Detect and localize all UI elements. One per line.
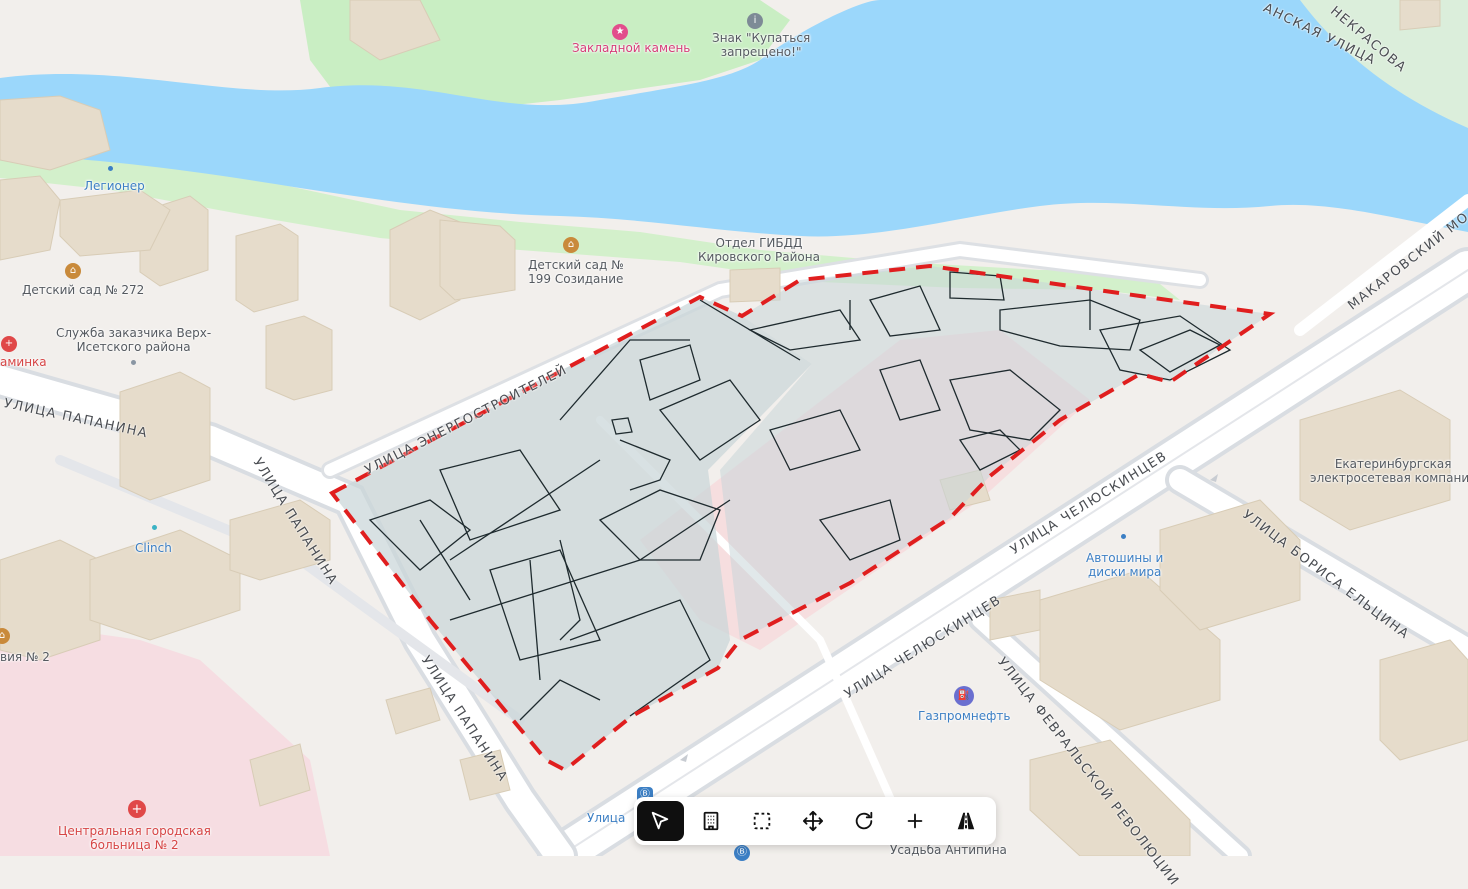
metro-icon: Ⓑ [734,845,750,861]
poi-label-ekb[interactable]: Екатеринбургская электросетевая компания [1310,457,1468,485]
poi-label-ulitsa[interactable]: Улица [587,811,625,825]
plus-icon [907,813,923,829]
poi-label-sad199[interactable]: Детский сад № 199 Созидание [528,258,624,286]
info-icon: i [747,13,763,29]
poi-dot-sluzhba [131,360,136,365]
pharmacy-icon: + [1,336,17,352]
move-tool-button[interactable] [790,801,837,841]
poi-label-gibdd[interactable]: Отдел ГИБДД Кировского Района [698,236,820,264]
map-view[interactable]: ★ Закладной камень i Знак "Купаться запр… [0,0,1468,889]
building-icon [703,811,719,831]
move-arrows-icon [802,810,824,832]
rotate-icon [855,811,873,830]
poi-dot-clinch [152,525,157,530]
poi-label-hospital[interactable]: Центральная городская больница № 2 [58,824,211,852]
poi-label-znak[interactable]: Знак "Купаться запрещено!" [712,31,810,59]
poi-dot-legioner [108,166,113,171]
building-tool-button[interactable] [688,801,735,841]
kindergarten-icon: ⌂ [65,263,81,279]
dashed-rectangle-icon [753,812,771,830]
poi-label-clinch[interactable]: Clinch [135,541,172,555]
select-tool-button[interactable] [637,801,684,841]
poi-label-usadba[interactable]: Усадьба Антипина [890,843,1007,857]
cursor-arrow-icon [652,811,669,830]
hospital-icon: + [128,800,146,818]
poi-label-avto[interactable]: Автошины и диски мира [1086,551,1163,579]
rotate-tool-button[interactable] [840,801,887,841]
road-icon [957,812,974,830]
add-tool-button[interactable] [891,801,938,841]
poi-label-zakladnoy[interactable]: Закладной камень [572,41,690,55]
monument-icon: ★ [612,24,628,40]
fuel-icon: ⛽ [954,686,974,706]
poi-label-sad272[interactable]: Детский сад № 272 [22,283,144,297]
poi-label-aminka[interactable]: аминка [0,355,47,369]
poi-label-gazprom[interactable]: Газпромнефть [918,709,1010,723]
poi-dot-avto [1121,534,1126,539]
map-toolbar [634,797,996,845]
poi-label-legioner[interactable]: Легионер [84,179,145,193]
kindergarten-icon: ⌂ [563,237,579,253]
map-canvas[interactable] [0,0,1468,879]
poi-label-sluzhba[interactable]: Служба заказчика Верх- Исетского района [56,326,211,354]
area-select-tool-button[interactable] [739,801,786,841]
poi-label-viya2[interactable]: вия № 2 [0,650,50,664]
road-tool-button[interactable] [942,801,989,841]
